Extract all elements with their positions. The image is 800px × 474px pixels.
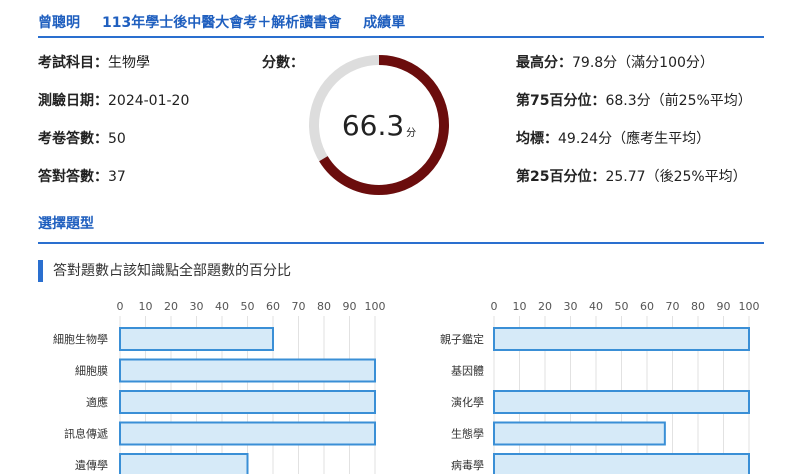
x-tick-label: 90 xyxy=(717,300,731,313)
x-tick-label: 80 xyxy=(691,300,705,313)
category-label: 基因體 xyxy=(451,365,484,378)
stat-p25: 第25百分位：25.77（後25%平均） xyxy=(516,169,747,185)
category-label: 病毒學 xyxy=(451,458,484,472)
student-name: 曾聰明 xyxy=(38,15,80,31)
category-label: 生態學 xyxy=(451,427,484,441)
x-tick-label: 70 xyxy=(292,300,306,313)
bar[interactable] xyxy=(493,327,750,351)
info-subject: 考試科目：生物學 xyxy=(38,55,150,71)
score-stats: 最高分：79.8分（滿分100分） 第75百分位：68.3分（前25%平均） 均… xyxy=(516,52,752,204)
stat-p75: 第75百分位：68.3分（前25%平均） xyxy=(516,93,752,109)
report-header: 曾聰明 113年學士後中醫大會考＋解析讀書會 成績單 xyxy=(38,8,764,38)
x-tick-label: 40 xyxy=(215,300,229,313)
bar[interactable] xyxy=(119,390,376,414)
category-label: 適應 xyxy=(86,395,108,409)
x-tick-label: 30 xyxy=(190,300,204,313)
x-tick-label: 30 xyxy=(564,300,578,313)
stat-mean: 均標：49.24分（應考生平均） xyxy=(516,131,711,147)
x-tick-label: 90 xyxy=(343,300,357,313)
score-value: 66.3 xyxy=(341,108,405,142)
exam-info: 考試科目：生物學 測驗日期：2024-01-20 考卷答數：50 答對答數：37 xyxy=(38,52,189,204)
x-tick-label: 50 xyxy=(615,300,629,313)
bar[interactable] xyxy=(493,390,750,414)
x-tick-label: 0 xyxy=(491,300,498,313)
x-tick-label: 10 xyxy=(139,300,153,313)
x-tick-label: 20 xyxy=(164,300,178,313)
category-label: 細胞膜 xyxy=(75,365,108,378)
info-total-answers: 考卷答數：50 xyxy=(38,131,126,147)
score-unit: 分 xyxy=(406,127,417,139)
stat-highest: 最高分：79.8分（滿分100分） xyxy=(516,55,714,71)
score-readout: 66.3 分 xyxy=(306,52,452,198)
category-label: 親子鑑定 xyxy=(440,332,484,346)
category-label: 細胞生物學 xyxy=(53,332,108,346)
x-tick-label: 70 xyxy=(666,300,680,313)
category-label: 遺傳學 xyxy=(75,458,108,472)
bar[interactable] xyxy=(119,421,376,446)
x-tick-label: 0 xyxy=(117,300,124,313)
section-title: 選擇題型 xyxy=(38,212,764,244)
score-gauge: 66.3 分 xyxy=(306,52,452,198)
score-label: 分數： xyxy=(262,55,304,71)
knowledge-point-charts: 0 10 20 30 40 50 60 70 80 90 100 細胞生物學細胞膜適應訊息傳遞遺傳學 0… xyxy=(53,300,760,474)
x-tick-label: 40 xyxy=(589,300,603,313)
bar[interactable] xyxy=(493,421,666,446)
report-title: 成績單 xyxy=(363,15,406,31)
bar[interactable] xyxy=(493,453,750,474)
category-label: 演化學 xyxy=(451,395,484,409)
x-tick-label: 20 xyxy=(538,300,552,313)
x-tick-label: 100 xyxy=(739,300,760,313)
chart-subtitle: 答對題數占該知識點全部題數的百分比 xyxy=(38,260,291,282)
bar[interactable] xyxy=(119,453,249,474)
x-tick-label: 60 xyxy=(640,300,654,313)
x-tick-label: 10 xyxy=(513,300,527,313)
x-tick-label: 100 xyxy=(365,300,386,313)
info-correct-answers: 答對答數：37 xyxy=(38,169,126,185)
x-tick-label: 60 xyxy=(266,300,280,313)
bar[interactable] xyxy=(119,327,274,351)
info-date: 測驗日期：2024-01-20 xyxy=(38,93,190,109)
x-tick-label: 80 xyxy=(317,300,331,313)
bar[interactable] xyxy=(119,358,376,383)
category-label: 訊息傳遞 xyxy=(64,427,108,441)
exam-title: 113年學士後中醫大會考＋解析讀書會 xyxy=(102,15,342,31)
x-tick-label: 50 xyxy=(241,300,255,313)
